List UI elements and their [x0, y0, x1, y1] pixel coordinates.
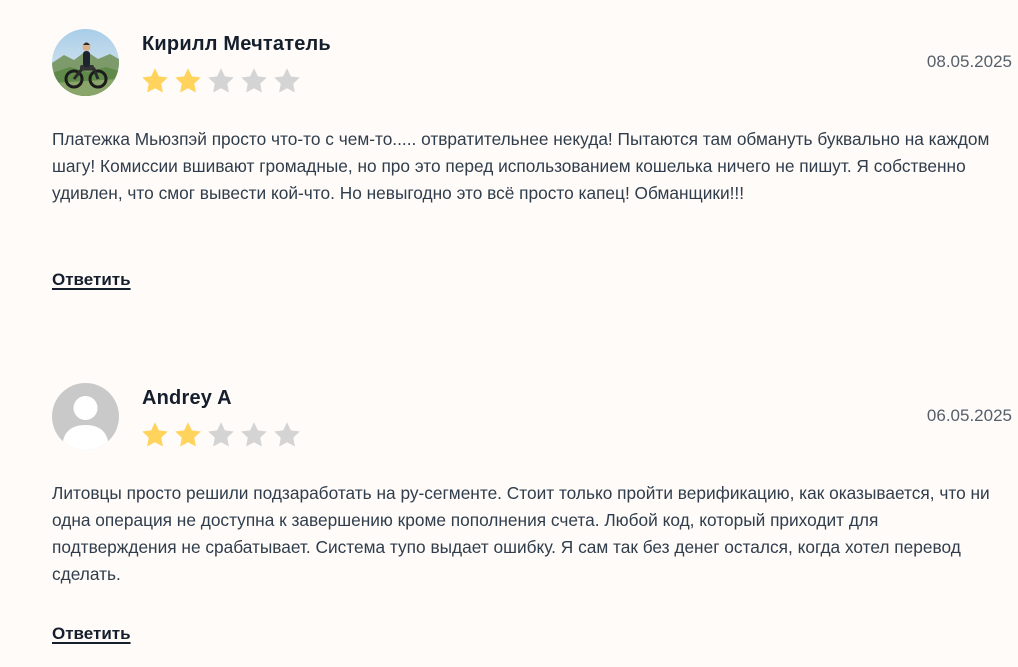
star-filled-icon [175, 422, 201, 447]
author-name: Кирилл Мечтатель [142, 33, 331, 55]
reply-link[interactable]: Ответить [52, 624, 131, 644]
star-empty-icon [208, 68, 234, 93]
avatar [52, 29, 119, 96]
star-rating [140, 66, 302, 96]
review-date: 06.05.2025 [926, 406, 1012, 425]
star-filled-icon [142, 422, 168, 447]
review-date: 08.05.2025 [926, 52, 1012, 71]
default-user-icon [52, 383, 119, 450]
star-empty-icon [208, 422, 234, 447]
star-rating [140, 420, 302, 450]
star-empty-icon [241, 422, 267, 447]
star-empty-icon [274, 422, 300, 447]
reply-link[interactable]: Ответить [52, 270, 131, 290]
review-text: Литовцы просто решили подзаработать на р… [52, 483, 990, 584]
user-photo-icon [52, 29, 119, 96]
star-filled-icon [142, 68, 168, 93]
author-name: Andrey A [142, 387, 232, 409]
star-filled-icon [175, 68, 201, 93]
star-empty-icon [241, 68, 267, 93]
review-text: Платежка Мьюзпэй просто что-то с чем-то.… [52, 129, 990, 203]
star-empty-icon [274, 68, 300, 93]
avatar [52, 383, 119, 450]
